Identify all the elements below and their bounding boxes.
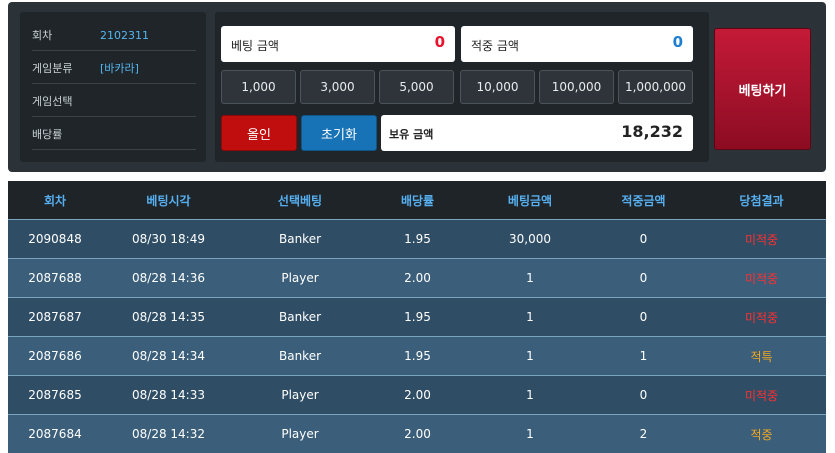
cell-bet-amount: 1 (470, 415, 590, 453)
cell-bet-amount: 1 (470, 298, 590, 337)
cell-bet-time: 08/28 14:36 (102, 259, 235, 298)
table-row: 2087687 08/28 14:35 Banker 1.95 1 0 미적중 (8, 298, 826, 337)
chip-3000-button[interactable]: 3,000 (300, 70, 375, 104)
table-row: 2090848 08/30 18:49 Banker 1.95 30,000 0… (8, 220, 826, 259)
info-row-selection: 게임선택 (32, 86, 196, 117)
win-amount-field: 적중 금액 0 (461, 26, 693, 62)
round-value: 2102311 (100, 29, 149, 42)
cell-round: 2087684 (8, 415, 102, 453)
info-row-category: 게임분류 [바카라] (32, 53, 196, 84)
cell-result: 미적중 (697, 220, 826, 259)
col-header-selection: 선택베팅 (235, 181, 365, 220)
table-row: 2087685 08/28 14:33 Player 2.00 1 0 미적중 (8, 376, 826, 415)
cell-round: 2090848 (8, 220, 102, 259)
holding-amount-value: 18,232 (621, 122, 683, 141)
holding-amount-box: 보유 금액 18,232 (381, 115, 693, 151)
cell-win-amount: 0 (590, 220, 697, 259)
cell-bet-time: 08/28 14:34 (102, 337, 235, 376)
game-info-box: 회차 2102311 게임분류 [바카라] 게임선택 배당률 (20, 12, 206, 162)
cell-bet-time: 08/28 14:33 (102, 376, 235, 415)
cell-result: 미적중 (697, 298, 826, 337)
cell-result: 미적중 (697, 376, 826, 415)
cell-bet-amount: 1 (470, 337, 590, 376)
bet-amount-field[interactable]: 베팅 금액 0 (221, 26, 455, 62)
cell-selection: Banker (235, 298, 365, 337)
table-row: 2087688 08/28 14:36 Player 2.00 1 0 미적중 (8, 259, 826, 298)
odds-label: 배당률 (32, 126, 100, 142)
cell-win-amount: 0 (590, 259, 697, 298)
cell-selection: Player (235, 259, 365, 298)
category-value: [바카라] (100, 60, 139, 76)
bet-controls: 베팅 금액 0 적중 금액 0 1,000 3,000 5,000 10,000… (215, 12, 709, 162)
chip-5000-button[interactable]: 5,000 (379, 70, 454, 104)
chip-100000-button[interactable]: 100,000 (539, 70, 614, 104)
col-header-odds: 배당률 (365, 181, 470, 220)
cell-selection: Banker (235, 337, 365, 376)
cell-selection: Player (235, 415, 365, 453)
cell-round: 2087687 (8, 298, 102, 337)
cell-selection: Player (235, 376, 365, 415)
place-bet-button[interactable]: 베팅하기 (714, 28, 811, 150)
cell-odds: 2.00 (365, 259, 470, 298)
table-row: 2087686 08/28 14:34 Banker 1.95 1 1 적특 (8, 337, 826, 376)
bet-history-table: 회차 베팅시각 선택베팅 배당률 베팅금액 적중금액 당첨결과 2090848 … (8, 181, 826, 453)
col-header-result: 당첨결과 (697, 181, 826, 220)
win-amount-label: 적중 금액 (471, 37, 519, 54)
cell-round: 2087685 (8, 376, 102, 415)
cell-odds: 1.95 (365, 220, 470, 259)
cell-bet-time: 08/30 18:49 (102, 220, 235, 259)
chip-1000000-button[interactable]: 1,000,000 (618, 70, 693, 104)
cell-selection: Banker (235, 220, 365, 259)
chip-1000-button[interactable]: 1,000 (221, 70, 296, 104)
cell-odds: 1.95 (365, 337, 470, 376)
all-in-button[interactable]: 올인 (221, 115, 297, 151)
cell-win-amount: 2 (590, 415, 697, 453)
cell-bet-time: 08/28 14:35 (102, 298, 235, 337)
cell-round: 2087686 (8, 337, 102, 376)
info-row-odds: 배당률 (32, 119, 196, 150)
cell-odds: 1.95 (365, 298, 470, 337)
selection-label: 게임선택 (32, 93, 100, 109)
cell-bet-time: 08/28 14:32 (102, 415, 235, 453)
betting-panel: 회차 2102311 게임분류 [바카라] 게임선택 배당률 베팅 금액 0 적… (8, 2, 826, 172)
win-amount-value: 0 (673, 33, 683, 51)
info-row-round: 회차 2102311 (32, 20, 196, 51)
cell-result: 적특 (697, 337, 826, 376)
cell-odds: 2.00 (365, 415, 470, 453)
cell-odds: 2.00 (365, 376, 470, 415)
col-header-bet-amount: 베팅금액 (470, 181, 590, 220)
cell-result: 적중 (697, 415, 826, 453)
holding-amount-label: 보유 금액 (389, 126, 433, 142)
cell-win-amount: 1 (590, 337, 697, 376)
cell-win-amount: 0 (590, 376, 697, 415)
table-row: 2087684 08/28 14:32 Player 2.00 1 2 적중 (8, 415, 826, 453)
cell-win-amount: 0 (590, 298, 697, 337)
round-label: 회차 (32, 27, 100, 43)
bet-amount-value: 0 (435, 33, 445, 51)
reset-button[interactable]: 초기화 (301, 115, 377, 151)
cell-bet-amount: 1 (470, 376, 590, 415)
col-header-round: 회차 (8, 181, 102, 220)
cell-result: 미적중 (697, 259, 826, 298)
category-label: 게임분류 (32, 60, 100, 76)
table-header-row: 회차 베팅시각 선택베팅 배당률 베팅금액 적중금액 당첨결과 (8, 181, 826, 220)
cell-round: 2087688 (8, 259, 102, 298)
chip-10000-button[interactable]: 10,000 (460, 70, 535, 104)
col-header-bet-time: 베팅시각 (102, 181, 235, 220)
col-header-win-amount: 적중금액 (590, 181, 697, 220)
cell-bet-amount: 1 (470, 259, 590, 298)
bet-amount-label: 베팅 금액 (231, 37, 279, 54)
cell-bet-amount: 30,000 (470, 220, 590, 259)
